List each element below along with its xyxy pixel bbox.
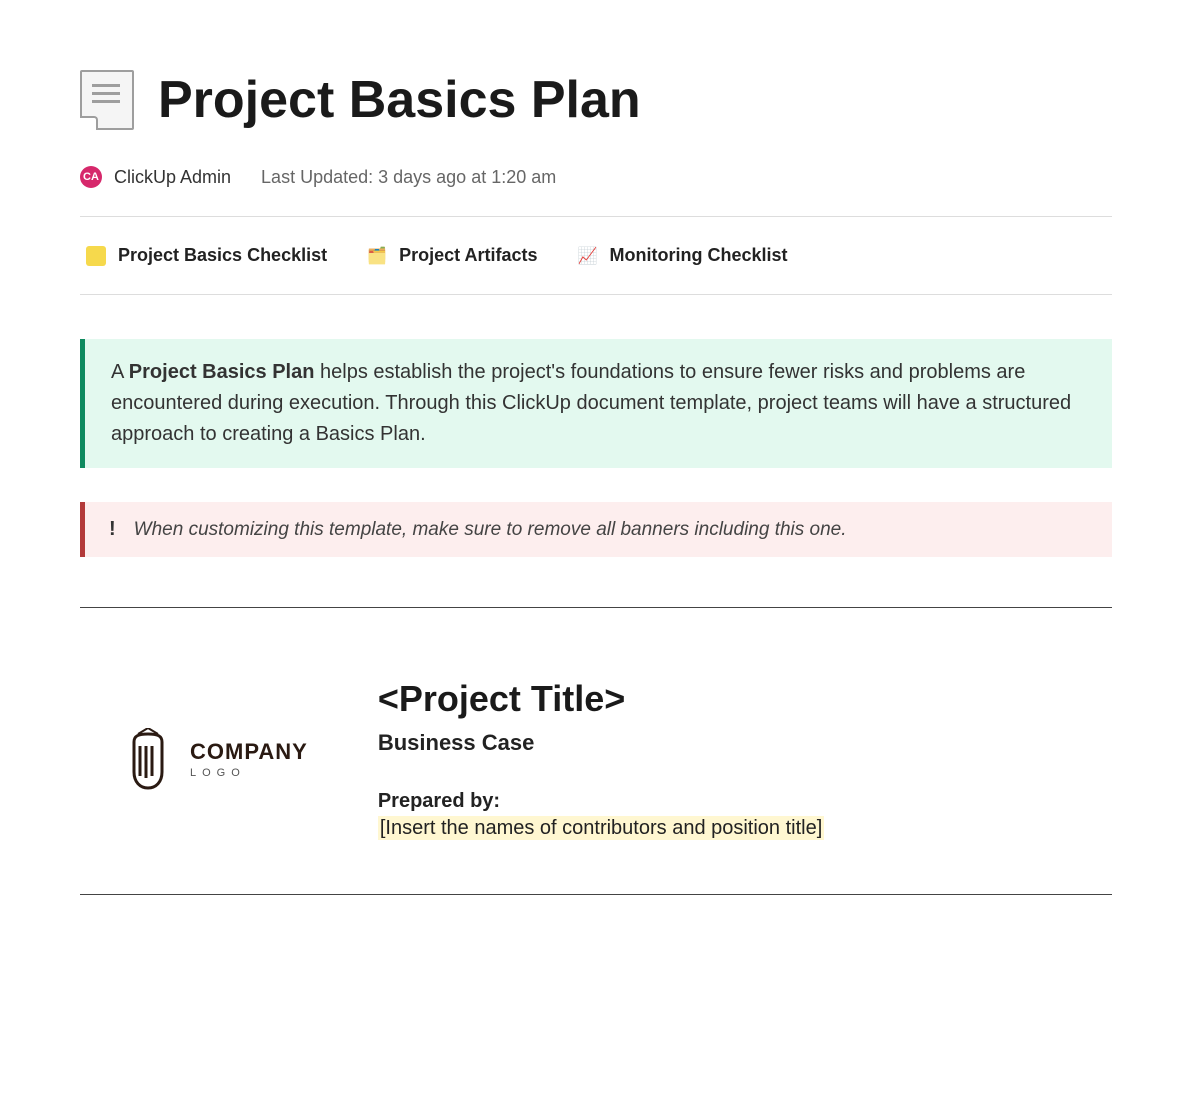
subpage-label: Project Basics Checklist xyxy=(118,245,327,266)
callout-prefix: A xyxy=(111,361,129,383)
title-block: COMPANY LOGO <Project Title> Business Ca… xyxy=(80,608,1112,870)
meta-row: CA ClickUp Admin Last Updated: 3 days ag… xyxy=(80,166,1112,188)
subpage-label: Monitoring Checklist xyxy=(609,245,787,266)
logo-company: COMPANY xyxy=(190,739,308,765)
project-title: <Project Title> xyxy=(378,678,1102,720)
logo-text: COMPANY LOGO xyxy=(190,739,308,779)
logo-sub: LOGO xyxy=(190,767,308,779)
note-icon xyxy=(80,70,134,130)
author-name: ClickUp Admin xyxy=(114,167,231,188)
exclaim-icon: ! xyxy=(109,518,116,541)
last-updated: Last Updated: 3 days ago at 1:20 am xyxy=(261,167,556,188)
subpages-row: Project Basics Checklist 🗂️ Project Arti… xyxy=(80,217,1112,294)
callout-bold: Project Basics Plan xyxy=(129,361,315,383)
logo-mark-icon xyxy=(120,728,176,790)
subpage-label: Project Artifacts xyxy=(399,245,537,266)
section-divider xyxy=(80,894,1112,895)
page-title: Project Basics Plan xyxy=(158,70,641,130)
divider xyxy=(80,294,1112,295)
warning-text: When customizing this template, make sur… xyxy=(134,519,847,541)
prepared-by-label: Prepared by: xyxy=(378,790,1102,813)
subpage-checklist[interactable]: Project Basics Checklist xyxy=(86,245,327,266)
project-subtitle: Business Case xyxy=(378,730,1102,756)
title-block-right: <Project Title> Business Case Prepared b… xyxy=(378,678,1102,840)
clipboard-icon xyxy=(86,246,106,266)
warning-callout: ! When customizing this template, make s… xyxy=(80,502,1112,557)
prepared-by-value[interactable]: [Insert the names of contributors and po… xyxy=(378,816,824,840)
info-callout: A Project Basics Plan helps establish th… xyxy=(80,339,1112,468)
chart-icon: 📈 xyxy=(577,246,597,266)
subpage-monitoring[interactable]: 📈 Monitoring Checklist xyxy=(577,245,787,266)
company-logo: COMPANY LOGO xyxy=(120,728,308,790)
title-row: Project Basics Plan xyxy=(80,70,1112,130)
subpage-artifacts[interactable]: 🗂️ Project Artifacts xyxy=(367,245,537,266)
artifacts-icon: 🗂️ xyxy=(367,246,387,266)
author-avatar: CA xyxy=(80,166,102,188)
